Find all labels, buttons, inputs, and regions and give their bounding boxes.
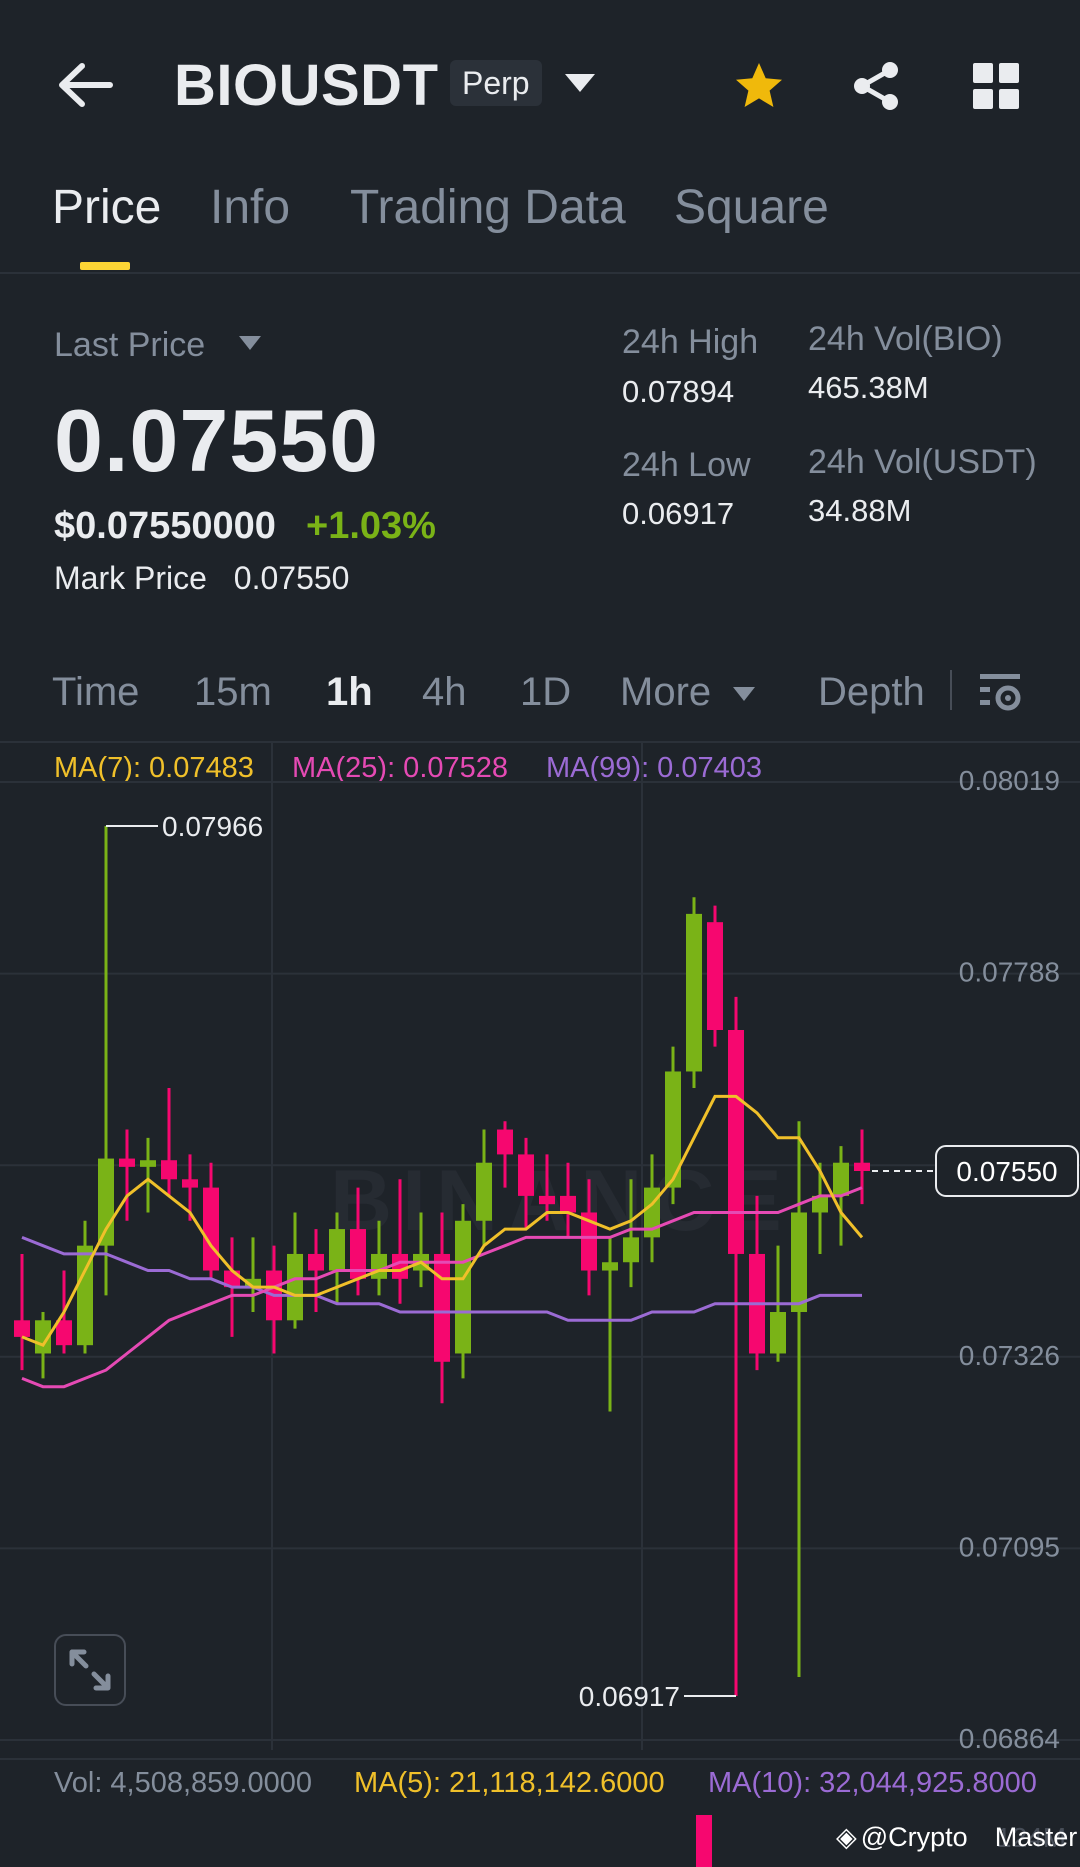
- candle-body: [392, 1253, 408, 1279]
- low-marker-label: 0.06917: [579, 1681, 680, 1712]
- tab-trading-data[interactable]: Trading Data: [350, 180, 626, 235]
- volume-value: Vol: 4,508,859.0000: [54, 1767, 313, 1799]
- high-24h-value: 0.07894: [622, 374, 735, 409]
- last-price-label[interactable]: Last Price: [54, 326, 205, 365]
- volume-ma10: MA(10): 32,044,925.8000: [708, 1767, 1037, 1799]
- expand-icon: [69, 1649, 111, 1691]
- candle-body: [833, 1162, 849, 1196]
- vol-base-value: 465.38M: [808, 370, 929, 405]
- caret-down-icon: [239, 336, 261, 350]
- candle-body: [371, 1253, 387, 1279]
- favorite-button[interactable]: [733, 60, 785, 112]
- interval-divider: [950, 670, 952, 710]
- interval-time[interactable]: Time: [52, 670, 139, 715]
- chart-settings-button[interactable]: [978, 670, 1022, 714]
- footer-credit-text: @Crypto Master: [860, 1822, 1078, 1852]
- price-axis-tick: 0.07326: [959, 1340, 1060, 1371]
- active-tab-indicator: [80, 262, 130, 270]
- layout-grid-button[interactable]: [972, 62, 1020, 110]
- candle-body: [602, 1262, 618, 1271]
- chart-settings-icon: [980, 674, 1021, 711]
- candle-body: [308, 1253, 324, 1271]
- share-icon: [854, 62, 898, 110]
- candle-body: [623, 1237, 639, 1263]
- interval-1d[interactable]: 1D: [520, 670, 571, 715]
- candle-body: [791, 1212, 807, 1313]
- candle-body: [182, 1179, 198, 1188]
- volume-bar: [696, 1815, 712, 1867]
- contract-type-badge: Perp: [450, 60, 542, 106]
- candle-body: [140, 1160, 156, 1167]
- price-axis-tick: 0.06864: [959, 1723, 1060, 1750]
- interval-15m[interactable]: 15m: [194, 670, 272, 715]
- depth-tab[interactable]: Depth: [818, 670, 925, 715]
- vol-quote-value: 34.88M: [808, 493, 912, 528]
- candle-body: [476, 1162, 492, 1221]
- interval-4h[interactable]: 4h: [422, 670, 467, 715]
- candle-body: [56, 1320, 72, 1346]
- interval-more-label: More: [620, 670, 712, 714]
- fullscreen-button[interactable]: [54, 1634, 126, 1706]
- candle-body: [98, 1158, 114, 1246]
- volume-ma5: MA(5): 21,118,142.6000: [354, 1767, 665, 1799]
- mark-price-label: Mark Price: [54, 560, 207, 596]
- tab-square[interactable]: Square: [674, 180, 829, 235]
- price-axis-tick: 0.07095: [959, 1531, 1060, 1562]
- arrow-left-icon: [59, 63, 113, 107]
- candle-body: [329, 1229, 345, 1271]
- high-24h-label: 24h High: [622, 323, 759, 361]
- binance-logo-icon: ◈: [836, 1822, 857, 1852]
- star-icon: [736, 63, 782, 107]
- last-price-dropdown[interactable]: [238, 334, 262, 352]
- price-change-percent: +1.03%: [306, 505, 436, 547]
- candle-body: [686, 913, 702, 1072]
- high-marker-label: 0.07966: [162, 811, 263, 842]
- grid-icon: [973, 63, 1019, 109]
- candle-body: [161, 1160, 177, 1180]
- footer-credit: ◈ @Crypto Master: [836, 1822, 1077, 1853]
- caret-down-icon: [565, 74, 595, 92]
- candle-body: [770, 1312, 786, 1354]
- candle-body: [14, 1320, 30, 1337]
- volume-divider: [0, 1758, 1080, 1760]
- vol-base-label: 24h Vol(BIO): [808, 320, 1003, 358]
- candle-body: [497, 1129, 513, 1155]
- back-button[interactable]: [54, 60, 114, 110]
- interval-1h[interactable]: 1h: [326, 670, 373, 715]
- share-button[interactable]: [850, 60, 902, 112]
- candle-body: [455, 1220, 471, 1354]
- interval-more[interactable]: More: [620, 670, 756, 715]
- candle-body: [518, 1154, 534, 1196]
- vol-quote-label: 24h Vol(USDT): [808, 443, 1037, 481]
- price-axis-tick: 0.07788: [959, 957, 1060, 988]
- candle-body: [539, 1195, 555, 1205]
- caret-down-icon: [733, 687, 756, 702]
- candle-body: [119, 1158, 135, 1167]
- current-price-tag-label: 0.07550: [956, 1156, 1057, 1187]
- mark-price-value: 0.07550: [233, 560, 350, 596]
- mark-price-row: Mark Price 0.07550: [54, 560, 349, 597]
- candle-body: [203, 1187, 219, 1271]
- price-chart[interactable]: BINANCE 0.079660.06917 0.080190.077880.0…: [0, 740, 1080, 1750]
- low-24h-label: 24h Low: [622, 446, 751, 484]
- symbol-title[interactable]: BIOUSDT: [174, 52, 439, 119]
- candle-body: [707, 922, 723, 1031]
- low-24h-value: 0.06917: [622, 496, 735, 531]
- tab-price[interactable]: Price: [52, 180, 161, 235]
- candle-body: [854, 1162, 870, 1172]
- candle-body: [287, 1253, 303, 1321]
- symbol-dropdown-button[interactable]: [563, 70, 597, 96]
- last-price-value: 0.07550: [54, 391, 380, 490]
- price-axis-tick: 0.08019: [959, 765, 1060, 796]
- candle-body: [560, 1195, 576, 1213]
- tabs-divider: [0, 272, 1080, 274]
- candle-body: [728, 1030, 744, 1254]
- usd-price-value: $0.07550000: [54, 505, 276, 547]
- candle-body: [434, 1253, 450, 1362]
- tab-info[interactable]: Info: [210, 180, 290, 235]
